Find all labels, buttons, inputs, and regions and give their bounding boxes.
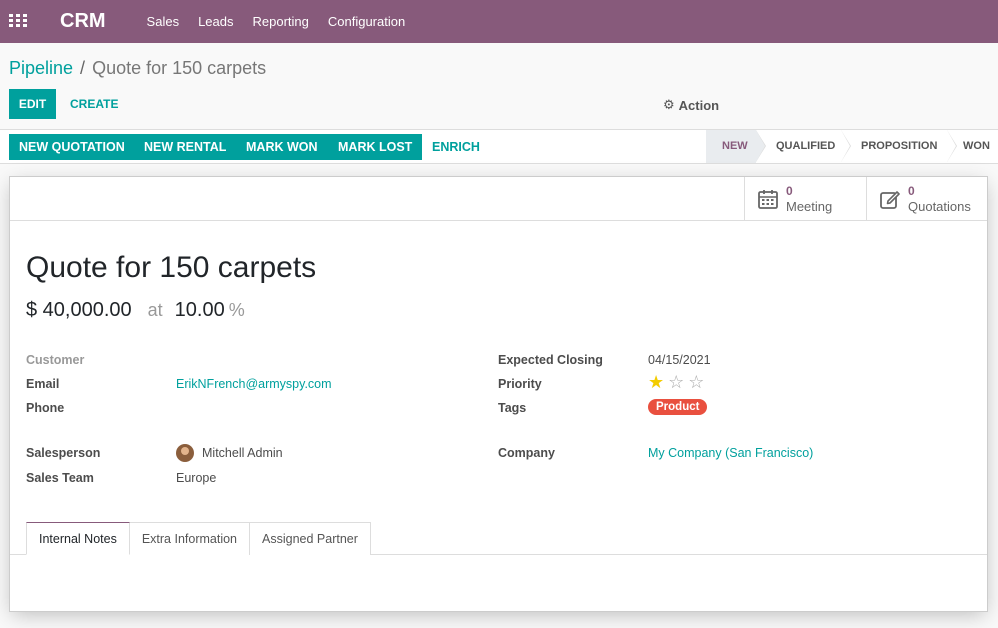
menu-sales[interactable]: Sales (147, 14, 180, 29)
breadcrumb-current: Quote for 150 carpets (92, 58, 267, 78)
email-label: Email (26, 377, 60, 391)
revenue-value[interactable]: $ 40,000.00 (26, 299, 132, 322)
stage-qualified[interactable]: QUALIFIED (756, 130, 851, 163)
expected-revenue: $ 40,000.00 at 10.00 % (26, 299, 245, 322)
at-label: at (147, 300, 163, 320)
percent-sign: % (228, 300, 245, 320)
top-navbar: CRM Sales Leads Reporting Configuration (0, 0, 998, 43)
create-button[interactable]: CREATE (60, 89, 128, 119)
priority-label: Priority (498, 377, 542, 391)
edit-icon (880, 190, 900, 209)
new-rental-button[interactable]: NEW RENTAL (134, 134, 237, 160)
email-value[interactable]: ErikNFrench@armyspy.com (176, 377, 332, 391)
tab-assigned-partner[interactable]: Assigned Partner (249, 522, 371, 555)
gear-icon: ⚙ (663, 97, 675, 112)
probability-value[interactable]: 10.00 (175, 299, 225, 322)
company-value[interactable]: My Company (San Francisco) (648, 446, 813, 460)
menu-configuration[interactable]: Configuration (328, 14, 405, 29)
breadcrumb: Pipeline / Quote for 150 carpets (9, 58, 266, 79)
sales-team-label: Sales Team (26, 471, 94, 485)
avatar (176, 444, 194, 462)
meeting-label: Meeting (786, 198, 833, 214)
smart-button-box: 0 Meeting 0 Quotations (10, 177, 987, 221)
edit-button[interactable]: EDIT (9, 89, 56, 119)
quotations-count: 0 (908, 183, 915, 198)
stage-won-label: WON (963, 140, 990, 152)
priority-star-icon[interactable]: ☆ (688, 373, 704, 391)
tab-internal-notes[interactable]: Internal Notes (26, 522, 130, 555)
quotations-smart-button[interactable]: 0 Quotations (866, 177, 987, 220)
tags-label: Tags (498, 401, 527, 415)
menu-leads[interactable]: Leads (198, 14, 233, 29)
action-label: Action (678, 97, 720, 113)
phone-label: Phone (26, 401, 65, 415)
quotations-label: Quotations (908, 198, 971, 214)
stage-new-label: NEW (722, 140, 748, 152)
expected-closing-label: Expected Closing (498, 353, 603, 367)
breadcrumb-pipeline[interactable]: Pipeline (9, 58, 73, 79)
sales-team-value[interactable]: Europe (176, 471, 216, 485)
priority-star-icon[interactable]: ★ (648, 373, 664, 391)
mark-lost-button[interactable]: MARK LOST (328, 134, 423, 160)
stage-proposition[interactable]: PROPOSITION (841, 130, 957, 163)
priority-star-icon[interactable]: ☆ (668, 373, 684, 391)
customer-label: Customer (26, 353, 85, 367)
stage-qualified-label: QUALIFIED (776, 140, 836, 152)
breadcrumb-separator: / (80, 58, 86, 78)
tag-product[interactable]: Product (648, 399, 708, 415)
stage-pipeline: NEW QUALIFIED PROPOSITION WON (706, 130, 998, 163)
tab-extra-information[interactable]: Extra Information (128, 522, 251, 555)
lead-title[interactable]: Quote for 150 carpets (26, 251, 316, 285)
app-name[interactable]: CRM (60, 10, 106, 33)
salesperson-label: Salesperson (26, 446, 101, 460)
menu-reporting[interactable]: Reporting (253, 14, 309, 29)
apps-grid-icon[interactable] (9, 14, 27, 29)
statusbar: NEW QUOTATION NEW RENTAL MARK WON MARK L… (0, 129, 998, 164)
enrich-button[interactable]: ENRICH (422, 134, 490, 160)
salesperson-value[interactable]: Mitchell Admin (202, 446, 283, 460)
calendar-icon (758, 189, 778, 209)
company-label: Company (498, 446, 555, 460)
priority-stars: ★ ☆ ☆ (648, 373, 708, 391)
main-menu: Sales Leads Reporting Configuration (147, 14, 425, 29)
action-dropdown[interactable]: ⚙ Action (663, 97, 719, 113)
form-sheet: 0 Meeting 0 Quotations Quote for 150 car… (9, 176, 988, 612)
meeting-smart-button[interactable]: 0 Meeting (744, 177, 866, 220)
expected-closing-value[interactable]: 04/15/2021 (648, 353, 711, 367)
notebook-tabs: Internal Notes Extra Information Assigne… (26, 522, 371, 555)
meeting-count: 0 (786, 183, 793, 198)
stage-new[interactable]: NEW (706, 130, 766, 163)
mark-won-button[interactable]: MARK WON (236, 134, 328, 160)
new-quotation-button[interactable]: NEW QUOTATION (9, 134, 135, 160)
stage-proposition-label: PROPOSITION (861, 140, 938, 152)
